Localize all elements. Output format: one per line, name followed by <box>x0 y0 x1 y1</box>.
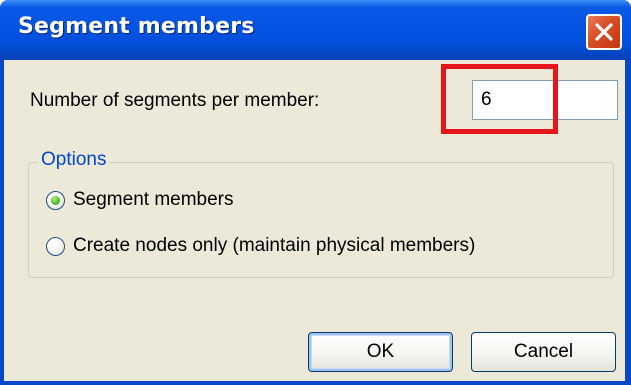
radio-button-unchecked[interactable] <box>46 236 65 256</box>
radio-option-create-nodes-only[interactable]: Create nodes only (maintain physical mem… <box>46 234 475 258</box>
title-bar[interactable]: Segment members <box>0 0 631 60</box>
dialog-window: Segment members Number of segments per m… <box>0 0 631 385</box>
window-border-bottom <box>0 381 631 385</box>
cancel-button[interactable]: Cancel <box>471 332 616 372</box>
options-groupbox <box>28 162 614 278</box>
radio-label-create-nodes-only: Create nodes only (maintain physical mem… <box>73 235 476 256</box>
ok-button[interactable]: OK <box>308 332 453 372</box>
window-title: Segment members <box>18 14 255 39</box>
close-icon <box>595 23 613 41</box>
radio-label-segment-members: Segment members <box>73 189 234 210</box>
close-button[interactable] <box>586 14 622 50</box>
window-border-right <box>625 60 631 385</box>
radio-option-segment-members[interactable]: Segment members <box>46 188 234 212</box>
segments-per-member-label: Number of segments per member: <box>30 90 320 111</box>
radio-button-checked[interactable] <box>46 190 65 210</box>
dialog-body: Number of segments per member: Options S… <box>4 60 625 381</box>
segments-per-member-input[interactable] <box>472 80 618 120</box>
options-legend: Options <box>38 149 110 171</box>
